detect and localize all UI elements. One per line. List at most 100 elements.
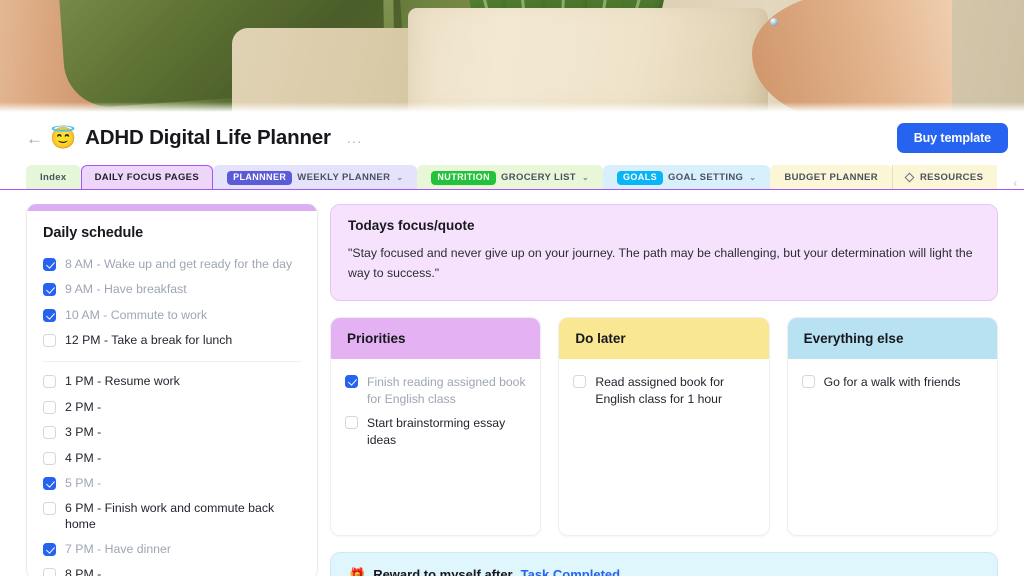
task-card-body: Read assigned book for English class for…	[559, 359, 768, 413]
schedule-item-label: 8 PM -	[65, 567, 102, 576]
schedule-item-label: 9 AM - Have breakfast	[65, 282, 187, 297]
schedule-item-checkbox[interactable]	[43, 451, 56, 465]
schedule-item-checkbox[interactable]	[43, 476, 56, 490]
schedule-item-label: 10 AM - Commute to work	[65, 307, 208, 322]
schedule-item[interactable]: 5 PM -	[43, 471, 301, 496]
focus-card-title: Todays focus/quote	[348, 218, 475, 233]
task-card-body: Finish reading assigned book for English…	[331, 359, 540, 454]
schedule-item[interactable]: 8 PM -	[43, 562, 301, 576]
tab-badge: NUTRITION	[431, 170, 496, 185]
schedule-accent-bar	[27, 204, 317, 211]
schedule-item-checkbox[interactable]	[43, 334, 56, 348]
page-title: ADHD Digital Life Planner	[85, 126, 331, 149]
schedule-item[interactable]: 7 PM - Have dinner	[43, 537, 301, 562]
tab-resources[interactable]: RESOURCES	[891, 165, 998, 189]
tab-badge: GOALS	[617, 170, 664, 185]
tab-daily-focus-pages[interactable]: DAILY FOCUS PAGES	[80, 165, 214, 189]
task-item[interactable]: Finish reading assigned book for English…	[345, 371, 526, 413]
schedule-item[interactable]: 4 PM -	[43, 446, 301, 471]
task-item-label: Go for a walk with friends	[823, 374, 961, 389]
task-item-label: Read assigned book for English class for…	[595, 374, 725, 406]
schedule-item-checkbox[interactable]	[43, 568, 56, 576]
schedule-item-label: 12 PM - Take a break for lunch	[65, 333, 233, 348]
task-columns-row: Priorities Finish reading assigned book f…	[330, 316, 998, 536]
task-item-label: Finish reading assigned book for English…	[367, 374, 526, 406]
task-item[interactable]: Go for a walk with friends	[801, 371, 983, 396]
task-item[interactable]: Read assigned book for English class for…	[573, 371, 754, 413]
schedule-body: Daily schedule 8 AM - Wake up and get re…	[27, 211, 317, 576]
tab-index[interactable]: Index	[26, 165, 81, 189]
hero-banner-image	[0, 0, 1024, 112]
chevron-down-icon[interactable]: ⌄	[396, 173, 403, 182]
task-card-body: Go for a walk with friends	[788, 359, 997, 396]
schedule-item[interactable]: 9 AM - Have breakfast	[43, 277, 301, 302]
tab-bar: Index DAILY FOCUS PAGES PLANNNER WEEKLY PLA…	[0, 165, 1024, 190]
task-card-everything-else: Everything else Go for a walk with friend…	[786, 316, 998, 536]
schedule-item[interactable]: 8 AM - Wake up and get ready for the day	[43, 252, 301, 277]
task-card-priorities: Priorities Finish reading assigned book f…	[330, 316, 542, 536]
task-item-checkbox[interactable]	[345, 374, 358, 388]
schedule-item-checkbox[interactable]	[43, 426, 56, 440]
schedule-item-label: 4 PM -	[65, 450, 102, 465]
schedule-item-label: 7 PM - Have dinner	[65, 541, 171, 556]
schedule-item[interactable]: 6 PM - Finish work and commute back home	[43, 496, 301, 537]
schedule-item[interactable]: 1 PM - Resume work	[43, 369, 301, 394]
task-item-checkbox[interactable]	[573, 374, 587, 388]
tab-label: WEEKLY PLANNER	[297, 172, 391, 183]
tab-label: Index	[40, 172, 67, 183]
page-header: ← 😇 ADHD Digital Life Planner ... Buy te…	[0, 112, 1024, 164]
task-item-checkbox[interactable]	[345, 416, 358, 430]
tab-budget-planner[interactable]: BUDGET PLANNER	[770, 165, 892, 189]
schedule-item-checkbox[interactable]	[43, 283, 56, 297]
tab-goal-setting[interactable]: GOALS GOAL SETTING ⌄	[603, 165, 771, 189]
chevron-down-icon[interactable]: ⌄	[749, 173, 756, 182]
schedule-item[interactable]: 2 PM -	[43, 395, 301, 420]
schedule-item-checkbox[interactable]	[43, 375, 56, 389]
task-item-checkbox[interactable]	[801, 374, 815, 388]
schedule-item-label: 1 PM - Resume work	[65, 374, 180, 389]
task-card-do-later: Do later Read assigned book for English c…	[558, 316, 770, 536]
tab-label: RESOURCES	[919, 172, 984, 183]
tab-label: GOAL SETTING	[668, 172, 744, 183]
hero-bracelet-bead	[770, 18, 778, 26]
tab-label: GROCERY LIST	[501, 172, 576, 183]
schedule-title: Daily schedule	[43, 225, 144, 241]
task-item[interactable]: Start brainstorming essay ideas	[345, 412, 526, 454]
daily-schedule-card: Daily schedule 8 AM - Wake up and get re…	[26, 204, 318, 576]
back-arrow-icon[interactable]: ←	[26, 130, 48, 147]
schedule-item-checkbox[interactable]	[43, 502, 56, 516]
schedule-item-checkbox[interactable]	[43, 258, 56, 271]
chevron-down-icon[interactable]: ⌄	[582, 173, 589, 182]
schedule-item-label: 3 PM -	[65, 425, 102, 440]
tab-weekly-planner[interactable]: PLANNNER WEEKLY PLANNER ⌄	[213, 165, 418, 189]
schedule-item-checkbox[interactable]	[43, 400, 56, 414]
schedule-item-label: 5 PM -	[65, 475, 102, 490]
main-content: Daily schedule 8 AM - Wake up and get re…	[0, 190, 1024, 576]
hero-right-arm	[752, 0, 952, 112]
tab-nav-arrows: ‹ ›	[1013, 177, 1024, 189]
reward-task-link[interactable]: Task Completed	[521, 567, 620, 576]
tab-prev-icon[interactable]: ‹	[1013, 177, 1017, 189]
reward-card: 🎁 Reward to myself after Task Completed	[330, 551, 998, 576]
schedule-item-checkbox[interactable]	[43, 542, 56, 556]
schedule-list: 8 AM - Wake up and get ready for the day…	[43, 252, 301, 576]
schedule-item-checkbox[interactable]	[43, 308, 56, 322]
todays-focus-card: Todays focus/quote "Stay focused and nev…	[330, 204, 998, 301]
diamond-icon	[904, 172, 915, 183]
schedule-divider	[43, 361, 301, 363]
tab-label: BUDGET PLANNER	[784, 172, 878, 183]
schedule-item-label: 6 PM - Finish work and commute back home	[65, 501, 275, 531]
hero-bottom-fade	[0, 102, 1024, 112]
task-card-title: Priorities	[331, 317, 541, 359]
tab-badge: PLANNNER	[227, 170, 293, 185]
schedule-item[interactable]: 10 AM - Commute to work	[43, 303, 301, 328]
tab-grocery-list[interactable]: NUTRITION GROCERY LIST ⌄	[417, 165, 603, 189]
buy-template-button[interactable]: Buy template	[896, 123, 1008, 153]
hero-plant-pot	[408, 8, 768, 112]
schedule-item-label: 8 AM - Wake up and get ready for the day	[65, 257, 293, 271]
gift-emoji-icon: 🎁	[349, 566, 366, 576]
more-options-icon[interactable]: ...	[347, 131, 363, 146]
task-card-title: Everything else	[787, 317, 997, 359]
schedule-item[interactable]: 12 PM - Take a break for lunch	[43, 328, 301, 353]
schedule-item[interactable]: 3 PM -	[43, 420, 301, 445]
